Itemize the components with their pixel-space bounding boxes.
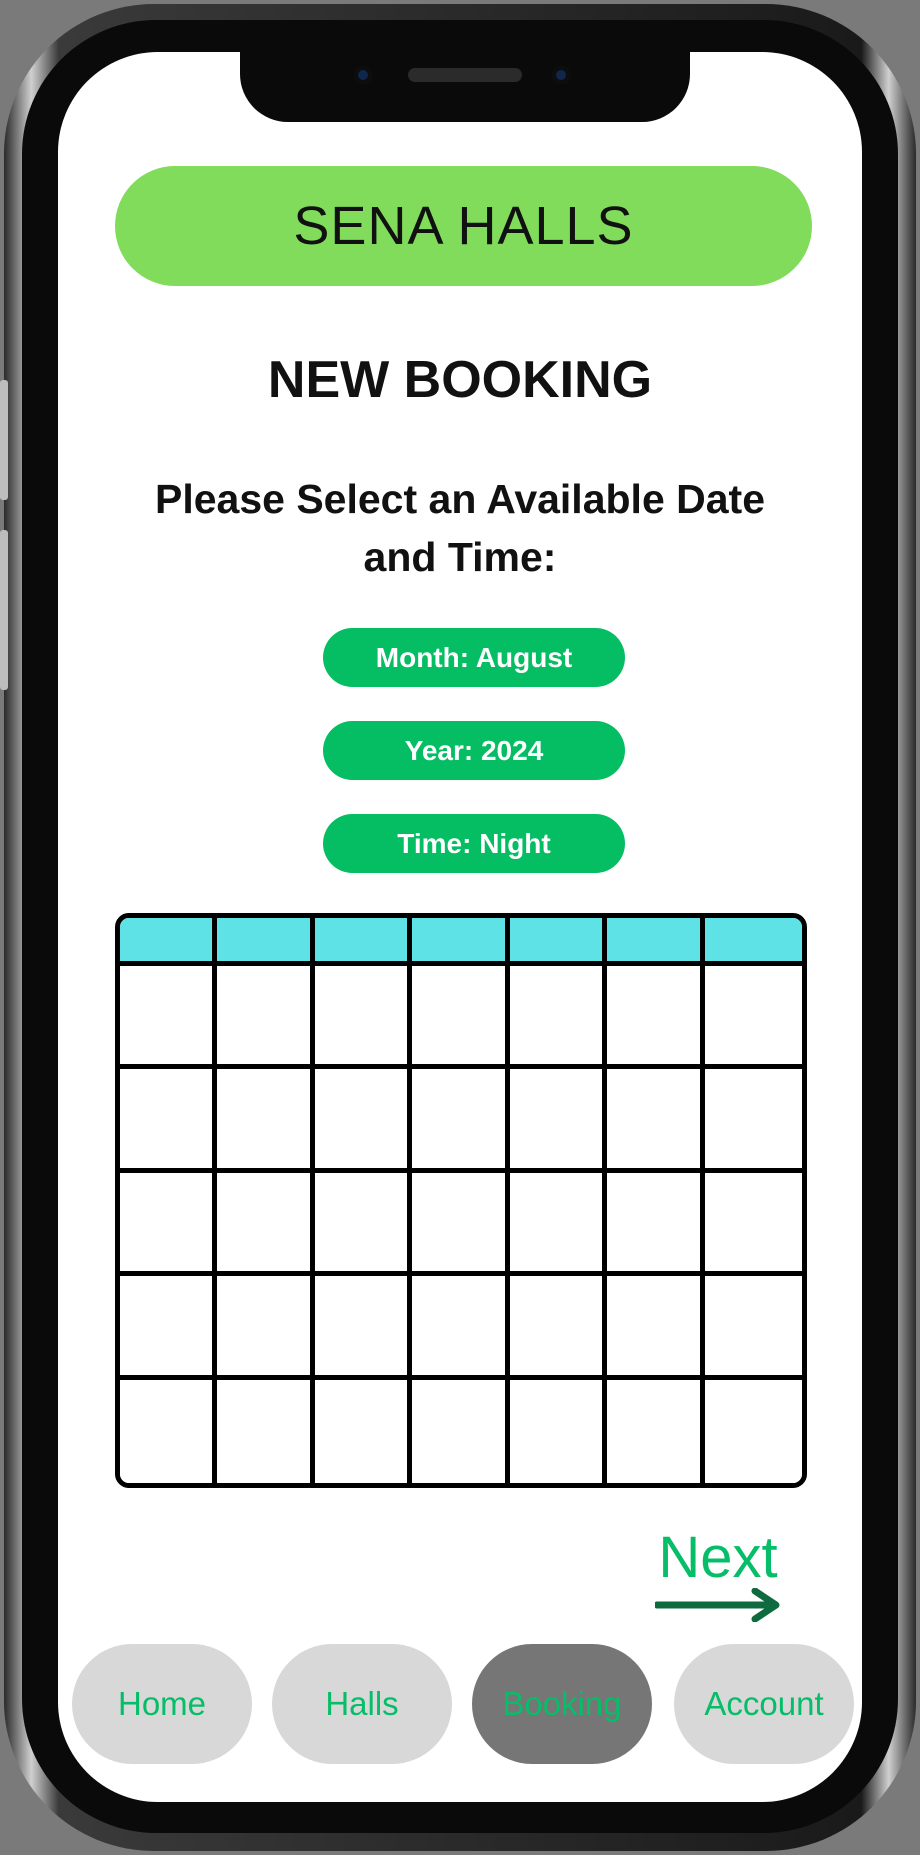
calendar-header-cell xyxy=(509,918,608,966)
brand-banner: SENA HALLS xyxy=(115,166,812,286)
calendar-day-cell[interactable] xyxy=(217,1069,315,1173)
calendar-header-cell xyxy=(217,918,315,966)
arrow-right-icon[interactable] xyxy=(655,1588,783,1622)
calendar-day-cell[interactable] xyxy=(509,1069,608,1173)
calendar-day-cell[interactable] xyxy=(412,1276,510,1380)
calendar-day-cell[interactable] xyxy=(704,1172,802,1277)
calendar-day-cell[interactable] xyxy=(120,1379,218,1483)
calendar-day-cell[interactable] xyxy=(217,1276,315,1380)
calendar-day-cell[interactable] xyxy=(607,1379,705,1483)
calendar-day-cell[interactable] xyxy=(314,1379,413,1483)
calendar-day-cell[interactable] xyxy=(217,1379,315,1483)
calendar-day-cell[interactable] xyxy=(412,1069,510,1173)
calendar-day-cell[interactable] xyxy=(509,1172,608,1277)
calendar-day-cell[interactable] xyxy=(412,1379,510,1483)
sensor-icon xyxy=(552,66,570,84)
calendar-header-cell xyxy=(704,918,802,966)
nav-home-button[interactable]: Home xyxy=(72,1644,252,1764)
calendar-day-cell[interactable] xyxy=(314,1172,413,1277)
calendar-day-cell[interactable] xyxy=(314,1276,413,1380)
calendar-day-cell[interactable] xyxy=(412,966,510,1070)
calendar-day-cell[interactable] xyxy=(120,1172,218,1277)
calendar-day-cell[interactable] xyxy=(704,1069,802,1173)
calendar-day-cell[interactable] xyxy=(120,966,218,1070)
calendar-header-cell xyxy=(412,918,510,966)
calendar-day-cell[interactable] xyxy=(509,966,608,1070)
nav-account-button[interactable]: Account xyxy=(674,1644,854,1764)
time-selector[interactable]: Time: Night xyxy=(323,814,625,873)
phone-side-button xyxy=(0,530,8,690)
phone-side-button xyxy=(0,380,8,500)
calendar-day-cell[interactable] xyxy=(412,1172,510,1277)
nav-halls-button[interactable]: Halls xyxy=(272,1644,452,1764)
calendar-day-cell[interactable] xyxy=(607,1069,705,1173)
calendar-day-cell[interactable] xyxy=(607,1172,705,1277)
calendar-day-cell[interactable] xyxy=(217,1172,315,1277)
earpiece-speaker xyxy=(408,68,522,82)
calendar-day-cell[interactable] xyxy=(314,966,413,1070)
calendar-header-cell xyxy=(120,918,218,966)
calendar-day-cell[interactable] xyxy=(509,1276,608,1380)
month-selector[interactable]: Month: August xyxy=(323,628,625,687)
calendar-day-cell[interactable] xyxy=(607,1276,705,1380)
calendar-day-cell[interactable] xyxy=(509,1379,608,1483)
calendar-header-cell xyxy=(314,918,413,966)
calendar-day-cell[interactable] xyxy=(217,966,315,1070)
nav-booking-button[interactable]: Booking xyxy=(472,1644,652,1764)
calendar-day-cell[interactable] xyxy=(607,966,705,1070)
app-screen: SENA HALLS NEW BOOKING Please Select an … xyxy=(58,52,862,1802)
calendar-day-cell[interactable] xyxy=(120,1276,218,1380)
phone-notch xyxy=(240,52,690,122)
year-selector[interactable]: Year: 2024 xyxy=(323,721,625,780)
calendar-day-cell[interactable] xyxy=(120,1069,218,1173)
calendar-header-cell xyxy=(607,918,705,966)
next-button[interactable]: Next xyxy=(648,1524,788,1591)
calendar-grid xyxy=(115,913,807,1488)
calendar-day-cell[interactable] xyxy=(704,1379,802,1483)
calendar-day-cell[interactable] xyxy=(704,1276,802,1380)
page-title: NEW BOOKING xyxy=(267,351,653,409)
calendar-day-cell[interactable] xyxy=(704,966,802,1070)
instruction-text: Please Select an Available Date and Time… xyxy=(154,476,765,580)
front-camera-icon xyxy=(354,66,372,84)
calendar-day-cell[interactable] xyxy=(314,1069,413,1173)
